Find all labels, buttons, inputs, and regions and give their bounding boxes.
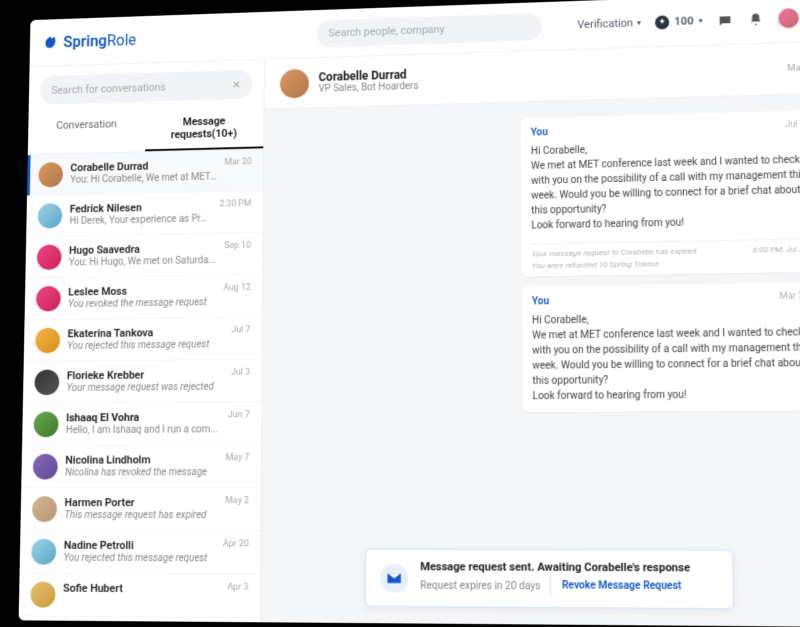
timestamp: Apr 20 <box>223 539 249 549</box>
timestamp: Sep 10 <box>224 241 251 251</box>
contact-name: Leslee Moss <box>68 283 216 298</box>
message-preview: Hi Derek, Your experience as Prod... <box>69 213 211 227</box>
message-preview: You revoked the message request <box>68 297 216 310</box>
banner-title: Message request sent. Awaiting Corabelle… <box>420 560 690 574</box>
conversation-row[interactable]: Corabelle DurradYou: Hi Corabelle, We me… <box>27 149 263 196</box>
message-thread: You Jul 5 Hi Corabelle,We met at MET confe… <box>261 94 800 627</box>
brand-logo[interactable]: SpringRole <box>43 31 137 52</box>
messages-icon[interactable] <box>717 12 734 28</box>
sidebar-tabs: Conversation Message requests(10+) <box>28 106 264 155</box>
sender-label: You <box>531 127 548 138</box>
global-search-input[interactable]: Search people, company <box>317 12 542 47</box>
message-preview: Nicolina has revoked the message <box>65 467 218 478</box>
tab-message-requests[interactable]: Message requests(10+) <box>145 106 264 151</box>
avatar <box>38 162 63 187</box>
topbar-right: Verification ▾ ✦ 100 ▾ ▾ <box>577 7 800 35</box>
avatar <box>34 370 59 396</box>
chevron-down-icon: ▾ <box>637 18 641 27</box>
verification-dropdown[interactable]: Verification ▾ <box>577 16 641 31</box>
avatar <box>33 454 58 480</box>
timestamp: 2:30 PM <box>219 199 251 209</box>
token-icon: ✦ <box>655 15 669 29</box>
sidebar: Search for conversations ✕ Conversation … <box>19 60 265 623</box>
contact-avatar[interactable] <box>280 68 309 98</box>
request-status-banner: Message request sent. Awaiting Corabelle… <box>365 549 734 610</box>
message-preview: You: Hi Corabelle, We met at MET ... <box>70 172 217 186</box>
bell-icon[interactable] <box>747 11 764 27</box>
contact-name: Ishaaq El Vohra <box>66 410 220 424</box>
message-preview: This message request has expired <box>64 510 217 521</box>
leaf-icon <box>43 35 58 51</box>
conversation-row[interactable]: Ishaaq El VohraHello, I am Ishaaq and I … <box>22 402 261 446</box>
contact-name: Ekaterina Tankova <box>67 326 223 341</box>
message-preview: Hello, I am Ishaaq and I run a com... <box>66 424 220 436</box>
meta-right: 8:00 PM, Jul 25 <box>752 243 800 268</box>
conversation-row[interactable]: Fedrick NilesenHi Derek, Your experience… <box>26 191 263 238</box>
conversation-row[interactable]: Hugo SaavedraYou: Hi Hugo, We met on Sat… <box>25 233 262 279</box>
timestamp: Apr 3 <box>227 583 248 593</box>
conversation-row[interactable]: Nicolina LindholmNicolina has revoked th… <box>21 445 261 488</box>
profile-avatar[interactable] <box>778 7 799 27</box>
message-preview: Your message request was rejected <box>67 382 224 394</box>
clear-search-icon[interactable]: ✕ <box>232 78 241 91</box>
chat-pane: Corabelle Durrad VP Sales, Bot Hoarders … <box>261 42 800 627</box>
avatar <box>31 539 56 565</box>
contact-name: Nicolina Lindholm <box>65 453 218 466</box>
message-date: Jul 5 <box>785 118 800 132</box>
timestamp: Jun 7 <box>228 410 250 420</box>
brand-name: SpringRole <box>63 31 136 51</box>
conversation-row[interactable]: Sofie Hubert Apr 3 <box>19 574 260 619</box>
timestamp: Jul 7 <box>232 325 251 335</box>
conversation-row[interactable]: Ekaterina TankovaYou rejected this messa… <box>24 317 262 362</box>
chat-header-date: Mar 20 <box>787 63 800 74</box>
timestamp: Aug 12 <box>223 283 250 293</box>
message-bubble: You Mar 20 Hi Corabelle,We met at MET conf… <box>522 282 800 412</box>
body: Search for conversations ✕ Conversation … <box>19 42 800 627</box>
chevron-down-icon: ▾ <box>699 16 703 25</box>
contact-name: Nadine Petrolli <box>64 539 215 552</box>
message-date: Mar 20 <box>779 290 800 304</box>
contact-name: Florieke Krebber <box>67 368 224 382</box>
avatar <box>38 203 63 228</box>
sender-label: You <box>532 296 549 307</box>
conversation-row[interactable]: Nadine PetrolliYou rejected this message… <box>20 531 261 575</box>
avatar <box>35 328 60 354</box>
conversation-row[interactable]: Harmen PorterThis message request has ex… <box>20 488 260 531</box>
message-preview: You rejected this message request <box>67 339 223 352</box>
timestamp: Mar 20 <box>225 157 252 167</box>
avatar <box>32 496 57 522</box>
conversation-list: Corabelle DurradYou: Hi Corabelle, We me… <box>19 149 264 622</box>
avatar <box>37 244 62 269</box>
envelope-icon <box>380 563 408 592</box>
conversation-row[interactable]: Florieke KrebberYour message request was… <box>23 360 262 404</box>
avatar <box>30 582 55 608</box>
contact-subtitle: VP Sales, Bot Hoarders <box>319 81 419 95</box>
tab-conversation[interactable]: Conversation <box>28 109 145 154</box>
message-body: Hi Corabelle,We met at MET conference la… <box>531 137 800 237</box>
conversation-row[interactable]: Leslee MossYou revoked the message reque… <box>25 275 263 320</box>
tokens-dropdown[interactable]: ✦ 100 ▾ <box>655 14 703 29</box>
meta-left: Your message request to Corabelle has ex… <box>532 245 697 272</box>
conversation-search-input[interactable]: Search for conversations ✕ <box>40 70 252 105</box>
message-preview <box>63 596 220 597</box>
message-body: Hi Corabelle,We met at MET conference la… <box>532 310 800 373</box>
message-preview: You: Hi Hugo, We met on Saturda... <box>69 255 217 268</box>
banner-subtitle: Request expires in 20 days <box>420 580 540 592</box>
revoke-request-link[interactable]: Revoke Message Request <box>562 580 682 592</box>
avatar <box>36 286 61 312</box>
avatar <box>34 412 59 438</box>
timestamp: May 7 <box>226 453 250 463</box>
message-bubble: You Jul 5 Hi Corabelle,We met at MET confe… <box>521 110 800 276</box>
timestamp: May 2 <box>225 496 249 506</box>
contact-name: Sofie Hubert <box>63 582 220 596</box>
message-preview: You rejected this message request <box>64 553 215 565</box>
app-window: SpringRole Search people, company Verifi… <box>19 0 800 627</box>
timestamp: Jul 3 <box>231 368 250 378</box>
contact-name: Harmen Porter <box>65 496 218 509</box>
search-placeholder: Search people, company <box>328 23 444 39</box>
